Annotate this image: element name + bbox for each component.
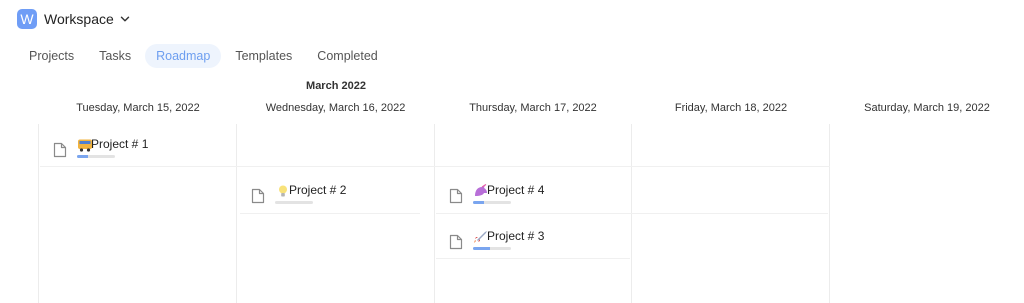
day-header-tuesday: Tuesday, March 15, 2022 <box>76 102 200 114</box>
project-name: Project # 3 <box>487 229 545 243</box>
tab-completed[interactable]: Completed <box>306 44 388 68</box>
project-card[interactable]: Project # 4 <box>449 183 619 216</box>
workspace-switcher[interactable]: W Workspace <box>17 9 130 29</box>
progress-bar <box>275 201 313 204</box>
grid-column-line <box>434 124 435 303</box>
grid-column-line <box>236 124 237 303</box>
month-label: March 2022 <box>306 80 366 92</box>
grid-column-line <box>829 124 830 303</box>
project-name: Project # 1 <box>91 137 149 151</box>
grid-column-line <box>38 124 39 303</box>
day-header-friday: Friday, March 18, 2022 <box>674 102 788 114</box>
day-header-wednesday: Wednesday, March 16, 2022 <box>265 102 406 114</box>
workspace-name: Workspace <box>44 11 114 27</box>
tab-projects[interactable]: Projects <box>18 44 85 68</box>
document-icon <box>251 188 265 204</box>
progress-fill <box>473 201 485 204</box>
project-card[interactable]: Project # 1 <box>53 137 223 170</box>
progress-bar <box>473 201 511 204</box>
document-icon <box>449 234 463 250</box>
workspace-logo: W <box>17 9 37 29</box>
project-name: Project # 4 <box>487 183 545 197</box>
progress-bar <box>77 155 115 158</box>
project-name: Project # 2 <box>289 183 347 197</box>
progress-bar <box>473 247 511 250</box>
day-header-thursday: Thursday, March 17, 2022 <box>469 102 597 114</box>
document-icon <box>449 188 463 204</box>
tab-templates[interactable]: Templates <box>224 44 303 68</box>
chevron-down-icon[interactable] <box>120 14 130 24</box>
project-card[interactable]: Project # 2 <box>251 183 421 216</box>
tab-roadmap[interactable]: Roadmap <box>145 44 222 68</box>
document-icon <box>53 142 67 158</box>
tab-tasks[interactable]: Tasks <box>88 44 142 68</box>
progress-fill <box>77 155 89 158</box>
progress-fill <box>473 247 491 250</box>
view-tabs: Projects Tasks Roadmap Templates Complet… <box>18 44 392 68</box>
project-card[interactable]: Project # 3 <box>449 229 619 262</box>
day-header-saturday: Saturday, March 19, 2022 <box>864 102 990 114</box>
